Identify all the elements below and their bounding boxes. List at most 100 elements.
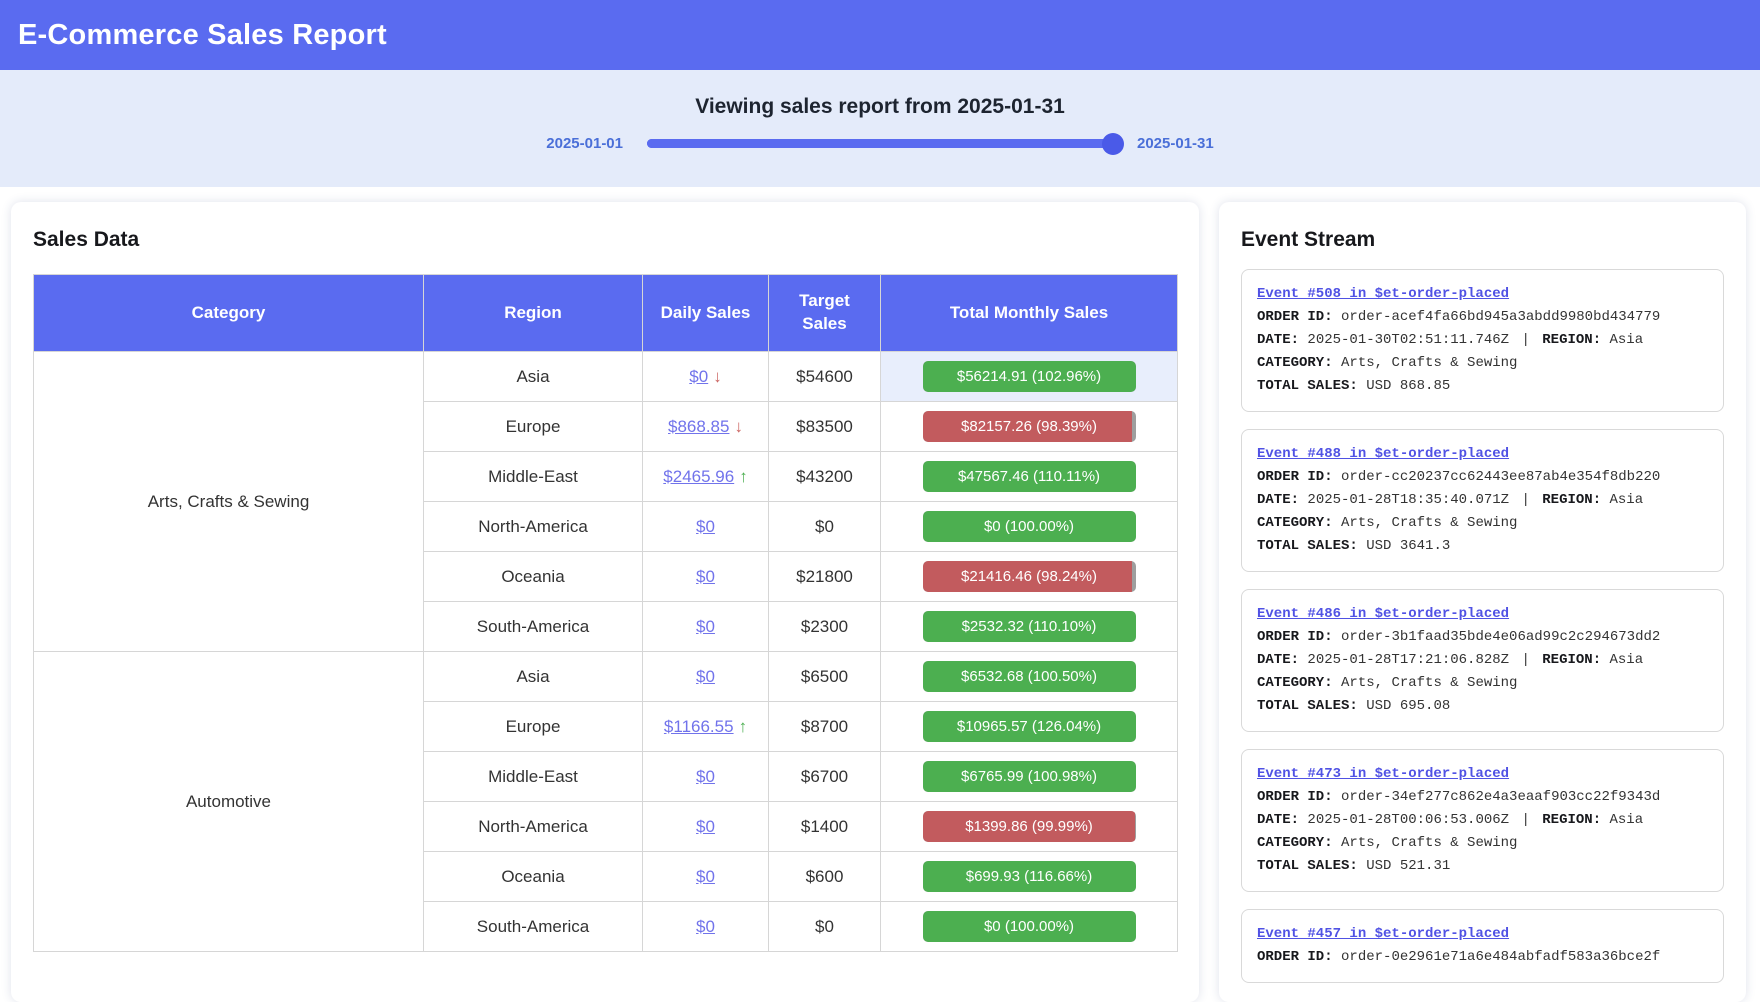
daily-sales-link[interactable]: $0 — [696, 667, 715, 686]
daily-sales-cell: $0 — [643, 852, 769, 902]
event-link[interactable]: Event #508 in $et-order-placed — [1257, 286, 1509, 302]
column-header-target-sales: Target Sales — [769, 275, 881, 352]
monthly-sales-value: $0 (100.00%) — [923, 911, 1136, 942]
monthly-sales-progress-bar: $2532.32 (110.10%) — [923, 611, 1136, 642]
monthly-sales-value: $21416.46 (98.24%) — [923, 561, 1136, 592]
target-sales-cell: $600 — [769, 852, 881, 902]
separator: | — [1509, 332, 1542, 348]
date-slider-track[interactable] — [647, 139, 1113, 148]
total-monthly-sales-cell: $2532.32 (110.10%) — [881, 602, 1178, 652]
category-label: CATEGORY: — [1257, 835, 1333, 851]
event-stream-panel: Event Stream Event #508 in $et-order-pla… — [1219, 202, 1746, 1002]
event-link[interactable]: Event #486 in $et-order-placed — [1257, 606, 1509, 622]
monthly-sales-progress-bar: $56214.91 (102.96%) — [923, 361, 1136, 392]
daily-sales-link[interactable]: $0 — [696, 767, 715, 786]
event-title-line: Event #508 in $et-order-placed — [1257, 284, 1708, 305]
target-sales-cell: $1400 — [769, 802, 881, 852]
event-link[interactable]: Event #488 in $et-order-placed — [1257, 446, 1509, 462]
monthly-sales-value: $47567.46 (110.11%) — [923, 461, 1136, 492]
event-card: Event #457 in $et-order-placed ORDER ID: … — [1241, 909, 1724, 983]
daily-sales-link[interactable]: $0 — [696, 567, 715, 586]
total-monthly-sales-cell: $21416.46 (98.24%) — [881, 552, 1178, 602]
target-sales-cell: $83500 — [769, 402, 881, 452]
event-list: Event #508 in $et-order-placed ORDER ID: … — [1241, 269, 1724, 983]
event-order-id-line: ORDER ID: order-0e2961e71a6e484abfadf583… — [1257, 947, 1708, 968]
order-id-value: order-3b1faad35bde4e06ad99c2c294673dd2 — [1341, 629, 1660, 645]
event-category-line: CATEGORY: Arts, Crafts & Sewing — [1257, 513, 1708, 534]
monthly-sales-value: $1399.86 (99.99%) — [923, 811, 1136, 842]
event-total-sales-line: TOTAL SALES: USD 521.31 — [1257, 856, 1708, 877]
daily-sales-link[interactable]: $0 — [696, 917, 715, 936]
daily-sales-link[interactable]: $0 — [696, 867, 715, 886]
category-cell: Automotive — [34, 652, 424, 952]
date-value: 2025-01-28T18:35:40.071Z — [1307, 492, 1509, 508]
region-cell: Asia — [424, 352, 643, 402]
total-sales-value: USD 3641.3 — [1366, 538, 1450, 554]
region-value: Asia — [1610, 332, 1644, 348]
region-cell: North-America — [424, 802, 643, 852]
order-id-label: ORDER ID: — [1257, 469, 1333, 485]
event-total-sales-line: TOTAL SALES: USD 695.08 — [1257, 696, 1708, 717]
app-header: E-Commerce Sales Report — [0, 0, 1760, 70]
date-value: 2025-01-28T17:21:06.828Z — [1307, 652, 1509, 668]
target-sales-cell: $6500 — [769, 652, 881, 702]
total-sales-value: USD 868.85 — [1366, 378, 1450, 394]
event-category-line: CATEGORY: Arts, Crafts & Sewing — [1257, 833, 1708, 854]
daily-sales-cell: $1166.55↑ — [643, 702, 769, 752]
daily-sales-link[interactable]: $0 — [696, 817, 715, 836]
event-link[interactable]: Event #457 in $et-order-placed — [1257, 926, 1509, 942]
region-cell: South-America — [424, 602, 643, 652]
slider-start-label: 2025-01-01 — [546, 135, 623, 152]
date-value: 2025-01-30T02:51:11.746Z — [1307, 332, 1509, 348]
order-id-label: ORDER ID: — [1257, 949, 1333, 965]
daily-sales-link[interactable]: $2465.96 — [663, 467, 734, 486]
region-cell: Middle-East — [424, 452, 643, 502]
total-monthly-sales-cell: $47567.46 (110.11%) — [881, 452, 1178, 502]
date-label: DATE: — [1257, 652, 1299, 668]
daily-sales-link[interactable]: $0 — [696, 517, 715, 536]
region-cell: Europe — [424, 402, 643, 452]
region-cell: Oceania — [424, 552, 643, 602]
target-sales-cell: $0 — [769, 902, 881, 952]
category-label: CATEGORY: — [1257, 355, 1333, 371]
event-total-sales-line: TOTAL SALES: USD 3641.3 — [1257, 536, 1708, 557]
trend-down-icon: ↓ — [713, 367, 722, 386]
category-value: Arts, Crafts & Sewing — [1341, 355, 1517, 371]
event-link[interactable]: Event #473 in $et-order-placed — [1257, 766, 1509, 782]
event-category-line: CATEGORY: Arts, Crafts & Sewing — [1257, 353, 1708, 374]
daily-sales-cell: $0 — [643, 552, 769, 602]
monthly-sales-progress-bar: $0 (100.00%) — [923, 911, 1136, 942]
monthly-sales-progress-bar: $82157.26 (98.39%) — [923, 411, 1136, 442]
target-sales-cell: $6700 — [769, 752, 881, 802]
daily-sales-link[interactable]: $0 — [689, 367, 708, 386]
daily-sales-link[interactable]: $0 — [696, 617, 715, 636]
region-cell: Middle-East — [424, 752, 643, 802]
monthly-sales-progress-bar: $21416.46 (98.24%) — [923, 561, 1136, 592]
order-id-value: order-acef4fa66bd945a3abdd9980bd434779 — [1341, 309, 1660, 325]
event-title-line: Event #457 in $et-order-placed — [1257, 924, 1708, 945]
date-value: 2025-01-28T00:06:53.006Z — [1307, 812, 1509, 828]
total-sales-label: TOTAL SALES: — [1257, 858, 1358, 874]
region-cell: Europe — [424, 702, 643, 752]
event-order-id-line: ORDER ID: order-3b1faad35bde4e06ad99c2c2… — [1257, 627, 1708, 648]
monthly-sales-value: $6765.99 (100.98%) — [923, 761, 1136, 792]
region-label: REGION: — [1542, 812, 1601, 828]
event-title-line: Event #473 in $et-order-placed — [1257, 764, 1708, 785]
event-date-region-line: DATE: 2025-01-28T18:35:40.071Z | REGION:… — [1257, 490, 1708, 511]
daily-sales-link[interactable]: $868.85 — [668, 417, 729, 436]
total-sales-value: USD 695.08 — [1366, 698, 1450, 714]
separator: | — [1509, 652, 1542, 668]
region-value: Asia — [1610, 492, 1644, 508]
daily-sales-cell: $0 — [643, 652, 769, 702]
slider-end-label: 2025-01-31 — [1137, 135, 1214, 152]
monthly-sales-value: $6532.68 (100.50%) — [923, 661, 1136, 692]
region-label: REGION: — [1542, 652, 1601, 668]
event-date-region-line: DATE: 2025-01-30T02:51:11.746Z | REGION:… — [1257, 330, 1708, 351]
event-date-region-line: DATE: 2025-01-28T00:06:53.006Z | REGION:… — [1257, 810, 1708, 831]
event-order-id-line: ORDER ID: order-acef4fa66bd945a3abdd9980… — [1257, 307, 1708, 328]
monthly-sales-progress-bar: $6765.99 (100.98%) — [923, 761, 1136, 792]
sales-data-card: Sales Data Category Region Daily Sales T… — [11, 202, 1199, 1002]
column-header-total-monthly-sales: Total Monthly Sales — [881, 275, 1178, 352]
daily-sales-link[interactable]: $1166.55 — [664, 717, 734, 736]
date-slider-thumb[interactable] — [1102, 133, 1124, 155]
